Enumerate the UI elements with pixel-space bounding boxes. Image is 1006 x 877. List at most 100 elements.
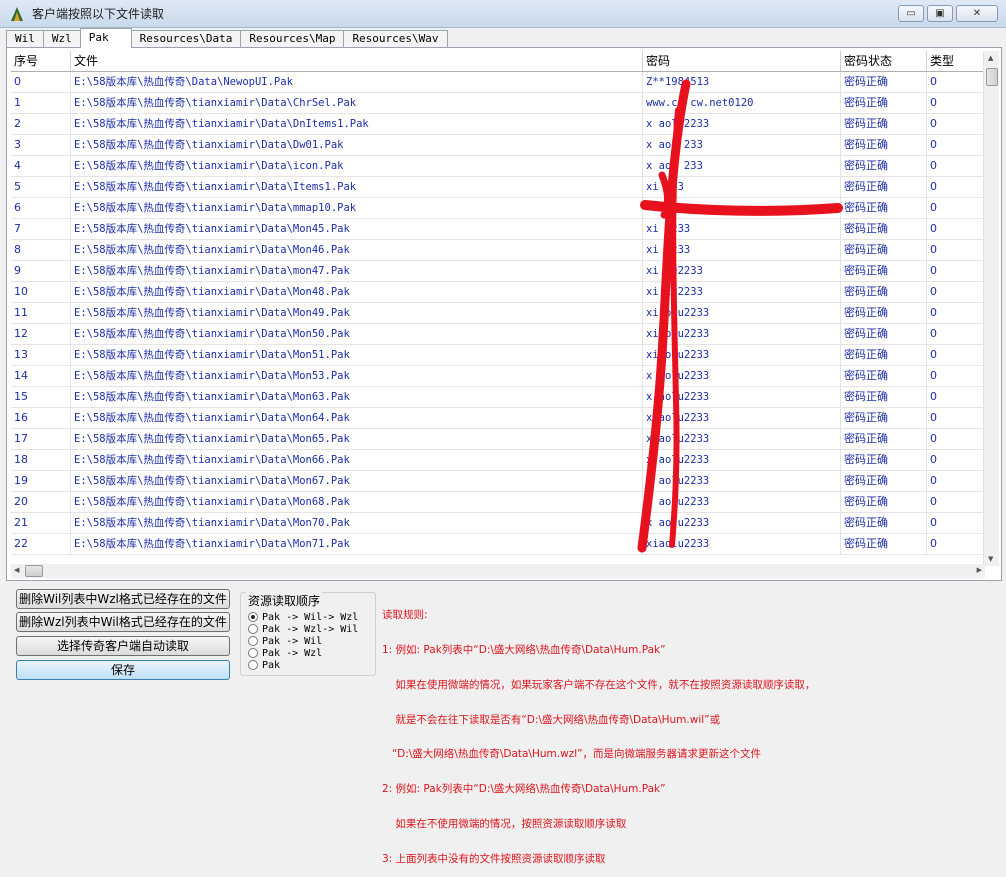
close-button[interactable]: ✕ [956, 5, 998, 22]
horizontal-scrollbar[interactable]: ◀ ▶ [11, 564, 985, 578]
auto-read-client-button[interactable]: 选择传奇客户端自动读取 [16, 636, 230, 656]
table-row[interactable]: 20 E:\58版本库\热血传奇\tianxiamir\Data\Mon68.Pa… [11, 492, 985, 513]
vertical-scrollbar[interactable]: ▲ ▼ [983, 51, 999, 566]
scroll-up-icon[interactable]: ▲ [988, 54, 993, 62]
delete-wzl-duplicates-button[interactable]: 删除Wil列表中Wzl格式已经存在的文件 [16, 589, 230, 609]
cell-type: 0 [927, 534, 985, 554]
cell-type: 0 [927, 408, 985, 428]
radio-button-selected[interactable] [248, 612, 258, 622]
cell-index: 16 [11, 408, 71, 428]
cell-file-path: E:\58版本库\热血传奇\tianxiamir\Data\Mon67.Pak [71, 471, 643, 491]
vertical-scroll-thumb[interactable] [986, 68, 998, 86]
cell-index: 15 [11, 387, 71, 407]
table-row[interactable]: 19 E:\58版本库\热血传奇\tianxiamir\Data\Mon67.Pa… [11, 471, 985, 492]
read-rules-title: 读取规则: [382, 609, 428, 622]
cell-password: xi olu2233 [643, 345, 841, 365]
table-row[interactable]: 16 E:\58版本库\热血传奇\tianxiamir\Data\Mon64.Pa… [11, 408, 985, 429]
radio-button[interactable] [248, 624, 258, 634]
cell-index: 17 [11, 429, 71, 449]
cell-type: 0 [927, 261, 985, 281]
read-order-option-1[interactable]: Pak -> Wil-> Wzl [248, 611, 358, 623]
column-header-password[interactable]: 密码 [643, 51, 841, 71]
cell-file-path: E:\58版本库\热血传奇\tianxiamir\Data\icon.Pak [71, 156, 643, 176]
read-order-option-3[interactable]: Pak -> Wil [248, 635, 322, 647]
tab-resources-map[interactable]: Resources\Map [240, 30, 345, 48]
table-row[interactable]: 0 E:\58版本库\热血传奇\Data\NewopUI.Pak Z**198451… [11, 72, 985, 93]
cell-password-status: 密码正确 [841, 408, 927, 428]
cell-password-status: 密码正确 [841, 324, 927, 344]
read-order-option-2[interactable]: Pak -> Wzl-> Wil [248, 623, 358, 635]
cell-password: x aolu2233 [643, 114, 841, 134]
table-row[interactable]: 2 E:\58版本库\热血传奇\tianxiamir\Data\DnItems1.… [11, 114, 985, 135]
column-header-index[interactable]: 序号 [11, 51, 71, 71]
table-row[interactable]: 14 E:\58版本库\热血传奇\tianxiamir\Data\Mon53.Pa… [11, 366, 985, 387]
save-button[interactable]: 保存 [16, 660, 230, 680]
delete-wil-duplicates-button[interactable]: 删除Wzl列表中Wil格式已经存在的文件 [16, 612, 230, 632]
table-row[interactable]: 12 E:\58版本库\热血传奇\tianxiamir\Data\Mon50.Pa… [11, 324, 985, 345]
cell-password: x aol 233 [643, 135, 841, 155]
table-row[interactable]: 15 E:\58版本库\热血传奇\tianxiamir\Data\Mon63.Pa… [11, 387, 985, 408]
read-order-option-5[interactable]: Pak [248, 659, 280, 671]
table-row[interactable]: 1 E:\58版本库\热血传奇\tianxiamir\Data\ChrSel.Pa… [11, 93, 985, 114]
read-order-option-label: Pak -> Wzl-> Wil [262, 623, 359, 635]
cell-type: 0 [927, 177, 985, 197]
horizontal-scroll-thumb[interactable] [25, 565, 43, 577]
cell-file-path: E:\58版本库\热血传奇\tianxiamir\Data\Mon66.Pak [71, 450, 643, 470]
table-row[interactable]: 11 E:\58版本库\热血传奇\tianxiamir\Data\Mon49.Pa… [11, 303, 985, 324]
scroll-down-icon[interactable]: ▼ [988, 555, 993, 563]
table-row[interactable]: 3 E:\58版本库\热血传奇\tianxiamir\Data\Dw01.Pak x… [11, 135, 985, 156]
cell-type: 0 [927, 114, 985, 134]
cell-index: 14 [11, 366, 71, 386]
cell-password-status: 密码正确 [841, 429, 927, 449]
tab-resources-data[interactable]: Resources\Data [130, 30, 242, 48]
cell-password: x aol 233 [643, 156, 841, 176]
scroll-right-icon[interactable]: ▶ [977, 566, 982, 574]
cell-file-path: E:\58版本库\热血传奇\Data\NewopUI.Pak [71, 72, 643, 92]
table-row[interactable]: 21 E:\58版本库\热血传奇\tianxiamir\Data\Mon70.Pa… [11, 513, 985, 534]
table-row[interactable]: 8 E:\58版本库\热血传奇\tianxiamir\Data\Mon46.Pak… [11, 240, 985, 261]
table-row[interactable]: 17 E:\58版本库\热血传奇\tianxiamir\Data\Mon65.Pa… [11, 429, 985, 450]
cell-password: www.cc cw.net0120 [643, 93, 841, 113]
maximize-button[interactable]: ▣ [927, 5, 953, 22]
table-row[interactable]: 22 E:\58版本库\热血传奇\tianxiamir\Data\Mon71.Pa… [11, 534, 985, 555]
radio-button[interactable] [248, 648, 258, 658]
cell-password-status: 密码正确 [841, 261, 927, 281]
tab-strip: Wil Wzl Pak Resources\Data Resources\Map… [6, 28, 448, 48]
table-row[interactable]: 7 E:\58版本库\热血传奇\tianxiamir\Data\Mon45.Pak… [11, 219, 985, 240]
table-row[interactable]: 13 E:\58版本库\热血传奇\tianxiamir\Data\Mon51.Pa… [11, 345, 985, 366]
cell-password: x aolu2233 [643, 408, 841, 428]
table-row[interactable]: 4 E:\58版本库\热血传奇\tianxiamir\Data\icon.Pak x… [11, 156, 985, 177]
read-order-option-4[interactable]: Pak -> Wzl [248, 647, 322, 659]
tab-resources-wav[interactable]: Resources\Wav [343, 30, 448, 48]
radio-button[interactable] [248, 660, 258, 670]
cell-password: xi 2233 [643, 219, 841, 239]
cell-password: xi lu2233 [643, 282, 841, 302]
table-row[interactable]: 10 E:\58版本库\热血传奇\tianxiamir\Data\Mon48.Pa… [11, 282, 985, 303]
table-row[interactable]: 5 E:\58版本库\热血传奇\tianxiamir\Data\Items1.Pa… [11, 177, 985, 198]
cell-password-status: 密码正确 [841, 135, 927, 155]
cell-index: 12 [11, 324, 71, 344]
cell-password: x aolu2233 [643, 471, 841, 491]
tab-wil[interactable]: Wil [6, 30, 44, 48]
cell-index: 7 [11, 219, 71, 239]
cell-index: 5 [11, 177, 71, 197]
cell-password-status: 密码正确 [841, 492, 927, 512]
cell-password-status: 密码正确 [841, 93, 927, 113]
column-header-type[interactable]: 类型 [927, 51, 985, 71]
minimize-button[interactable]: ▭ [898, 5, 924, 22]
tab-wzl[interactable]: Wzl [42, 30, 81, 48]
column-header-file[interactable]: 文件 [71, 51, 643, 71]
table-row[interactable]: 18 E:\58版本库\热血传奇\tianxiamir\Data\Mon66.Pa… [11, 450, 985, 471]
cell-password-status: 密码正确 [841, 177, 927, 197]
cell-type: 0 [927, 345, 985, 365]
table-row[interactable]: 6 E:\58版本库\热血传奇\tianxiamir\Data\mmap10.Pa… [11, 198, 985, 219]
cell-type: 0 [927, 135, 985, 155]
cell-type: 0 [927, 429, 985, 449]
column-header-status[interactable]: 密码状态 [841, 51, 927, 71]
radio-button[interactable] [248, 636, 258, 646]
scroll-left-icon[interactable]: ◀ [14, 566, 19, 574]
rule-line: 3: 上面列表中没有的文件按照资源读取顺序读取 [382, 852, 606, 865]
table-row[interactable]: 9 E:\58版本库\热血传奇\tianxiamir\Data\mon47.Pak… [11, 261, 985, 282]
pak-file-table[interactable]: 序号 文件 密码 密码状态 类型 0 E:\58版本库\热血传奇\Data\New… [11, 51, 985, 566]
tab-pak[interactable]: Pak [79, 28, 132, 48]
